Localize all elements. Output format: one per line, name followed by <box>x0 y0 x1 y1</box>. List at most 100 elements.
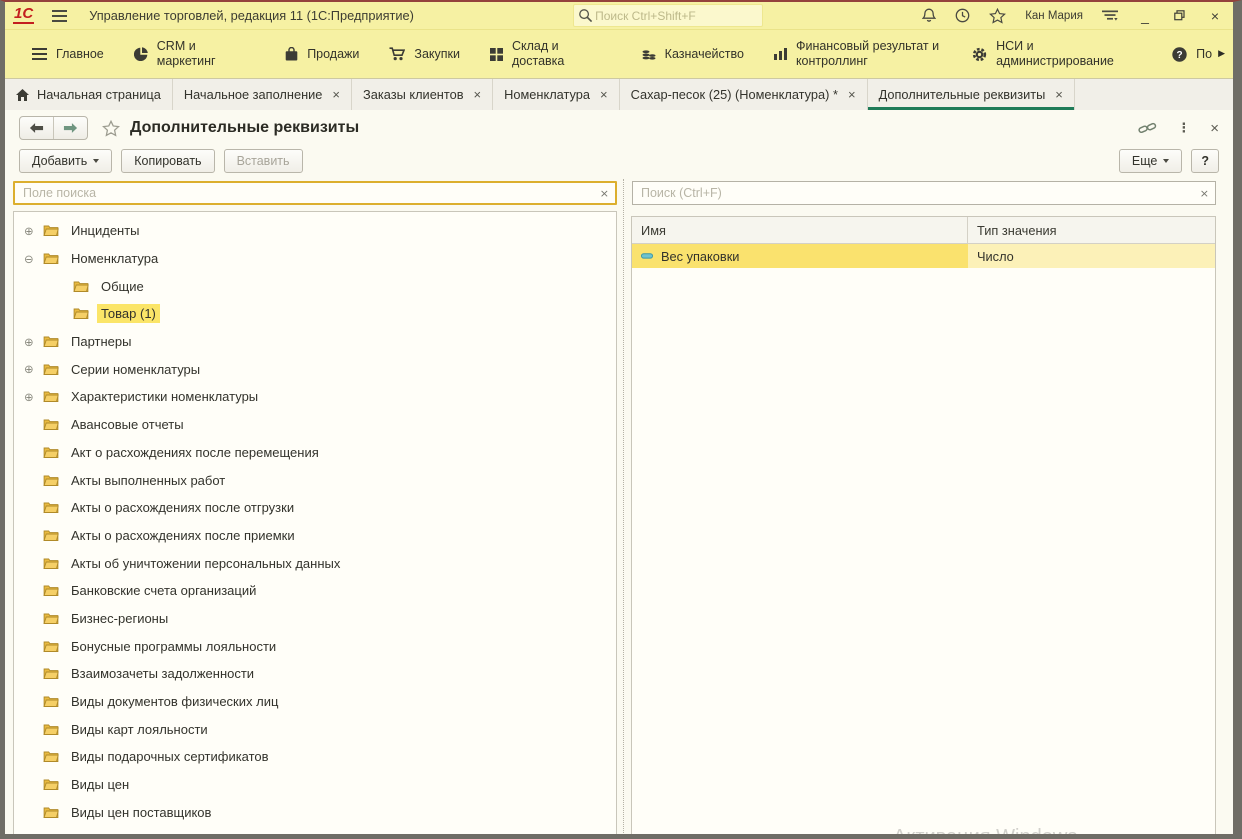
close-window-button[interactable]: × <box>1207 9 1223 23</box>
collapse-minus-icon[interactable]: ⊖ <box>24 252 43 266</box>
favorite-page-star-icon[interactable] <box>102 120 120 137</box>
column-header-type[interactable]: Тип значения <box>968 217 1215 243</box>
folder-icon <box>73 280 89 293</box>
connection-status-icon[interactable] <box>1102 9 1118 22</box>
expand-plus-icon[interactable]: ⊕ <box>24 335 43 349</box>
hamburger-icon <box>32 48 47 60</box>
notifications-bell-icon[interactable] <box>922 8 936 23</box>
tree-item[interactable]: Акты о расхождениях после отгрузки <box>14 494 616 522</box>
main-split: ⊕Инциденты⊖Номенклатура Общие Товар (1)⊕Па… <box>5 211 1233 839</box>
user-name[interactable]: Кан Мария <box>1025 10 1083 22</box>
section-menu-bar: ГлавноеCRM и маркетинг Продажи ЗакупкиСкла… <box>5 30 1233 79</box>
tree-item[interactable]: Бизнес-регионы <box>14 605 616 633</box>
tree-item[interactable]: ⊕Партнеры <box>14 328 616 356</box>
tree-search-field: × <box>13 181 617 205</box>
table-row[interactable]: Вес упаковкиЧисло <box>632 244 1215 268</box>
minimize-button[interactable]: _ <box>1137 9 1153 23</box>
tree-item-label: Виды документов физических лиц <box>67 692 282 711</box>
title-bar: 1С Управление торговлей, редакция 11 (1С… <box>5 2 1233 30</box>
main-menu-icon[interactable] <box>52 10 67 22</box>
tab-сахар-песок-25-номенклатура-[interactable]: Сахар-песок (25) (Номенклатура) *× <box>620 79 868 110</box>
folder-icon <box>43 557 59 570</box>
tree-item[interactable]: Виды карт лояльности <box>14 715 616 743</box>
tab-close-icon[interactable]: × <box>1055 87 1063 102</box>
more-menu-dots-icon[interactable]: ⋮ <box>1177 121 1190 136</box>
menu-item-закупки[interactable]: Закупки <box>374 30 475 78</box>
expand-plus-icon[interactable]: ⊕ <box>24 362 43 376</box>
tab-начальное-заполнение[interactable]: Начальное заполнение× <box>173 79 352 110</box>
tree-item-label: Общие <box>97 277 148 296</box>
tab-close-icon[interactable]: × <box>332 87 340 102</box>
tab-заказы-клиентов[interactable]: Заказы клиентов × <box>352 79 493 110</box>
tab-label: Начальная страница <box>37 87 161 102</box>
menu-item-продажи[interactable]: Продажи <box>270 30 374 78</box>
get-link-icon[interactable] <box>1138 121 1157 135</box>
folder-icon <box>43 750 59 763</box>
expand-plus-icon[interactable]: ⊕ <box>24 390 43 404</box>
clear-search-icon[interactable]: × <box>1200 187 1209 200</box>
history-clock-icon[interactable] <box>955 8 970 23</box>
tab-номенклатура[interactable]: Номенклатура× <box>493 79 619 110</box>
grid-icon <box>490 48 503 61</box>
back-button[interactable] <box>20 117 53 139</box>
tree-search-input[interactable] <box>21 185 595 201</box>
more-button[interactable]: Еще <box>1119 149 1182 173</box>
tree-item[interactable]: Виды цен <box>14 771 616 799</box>
folder-icon <box>73 307 89 320</box>
tree-item[interactable]: ⊕Характеристики номенклатуры <box>14 383 616 411</box>
column-header-name[interactable]: Имя <box>632 217 968 243</box>
tab-дополнительные-реквизиты[interactable]: Дополнительные реквизиты× <box>868 79 1075 110</box>
tree-item[interactable]: Общие <box>14 272 616 300</box>
tree-item[interactable]: Товар (1) <box>14 300 616 328</box>
close-page-button[interactable]: × <box>1210 120 1219 137</box>
menu-item-казначейство[interactable]: Казначейство <box>627 30 759 78</box>
tab-close-icon[interactable]: × <box>474 87 482 102</box>
folder-icon <box>43 723 59 736</box>
folder-icon <box>43 806 59 819</box>
panel-splitter[interactable] <box>617 211 631 839</box>
help-button[interactable]: ? <box>1191 149 1219 173</box>
expand-plus-icon[interactable]: ⊕ <box>24 224 43 238</box>
tree-item[interactable]: Акты об уничтожении персональных данных <box>14 549 616 577</box>
favorites-star-icon[interactable] <box>989 8 1006 24</box>
global-search-input[interactable] <box>593 8 747 24</box>
tab-close-icon[interactable]: × <box>848 87 856 102</box>
restore-button[interactable] <box>1172 9 1188 23</box>
table-search-input[interactable] <box>639 185 1195 201</box>
tree-item[interactable]: Акты выполненных работ <box>14 466 616 494</box>
tab-close-icon[interactable]: × <box>600 87 608 102</box>
menu-item-главное[interactable]: Главное <box>17 30 119 78</box>
paste-button[interactable]: Вставить <box>224 149 303 173</box>
menu-item-нси-и-администрирование[interactable]: НСИ и администрирование <box>957 30 1157 78</box>
tree-item[interactable]: ⊕Инциденты <box>14 217 616 245</box>
cell-name: Вес упаковки <box>632 244 968 268</box>
menu-item-финансовый-результат-и-контроллинг[interactable]: Финансовый результат и контроллинг <box>759 30 957 78</box>
menu-scroll-right-icon[interactable]: ▶ <box>1216 49 1227 59</box>
menu-item-по[interactable]: ?По <box>1157 30 1216 78</box>
menu-item-склад-и-доставка[interactable]: Склад и доставка <box>475 30 627 78</box>
tree-item[interactable]: Виды подарочных сертификатов <box>14 743 616 771</box>
tree-item[interactable]: Авансовые отчеты <box>14 411 616 439</box>
tree-item[interactable]: ⊕Серии номенклатуры <box>14 355 616 383</box>
tree-item[interactable]: Виды цен поставщиков <box>14 798 616 826</box>
tab-label: Заказы клиентов <box>363 87 464 102</box>
tree-item[interactable]: Банковские счета организаций <box>14 577 616 605</box>
bag-icon <box>285 47 298 61</box>
tree-item[interactable]: Возвраты товаров от клиентов <box>14 826 616 839</box>
copy-button[interactable]: Копировать <box>121 149 214 173</box>
tree-item[interactable]: ⊖Номенклатура <box>14 245 616 273</box>
menu-item-label: Продажи <box>307 47 359 62</box>
folder-icon <box>43 695 59 708</box>
add-button[interactable]: Добавить <box>19 149 112 173</box>
tree-item[interactable]: Бонусные программы лояльности <box>14 632 616 660</box>
clear-search-icon[interactable]: × <box>600 187 609 200</box>
forward-button[interactable] <box>53 117 87 139</box>
tree-item[interactable]: Акты о расхождениях после приемки <box>14 522 616 550</box>
menu-item-crm-и-маркетинг[interactable]: CRM и маркетинг <box>119 30 270 78</box>
tab-начальная-страница[interactable]: Начальная страница <box>5 79 173 110</box>
tree-item[interactable]: Виды документов физических лиц <box>14 688 616 716</box>
tree-item[interactable]: Акт о расхождениях после перемещения <box>14 439 616 467</box>
dropdown-caret-icon <box>1163 159 1169 163</box>
tree-item[interactable]: Взаимозачеты задолженности <box>14 660 616 688</box>
tree-item-label: Авансовые отчеты <box>67 415 188 434</box>
